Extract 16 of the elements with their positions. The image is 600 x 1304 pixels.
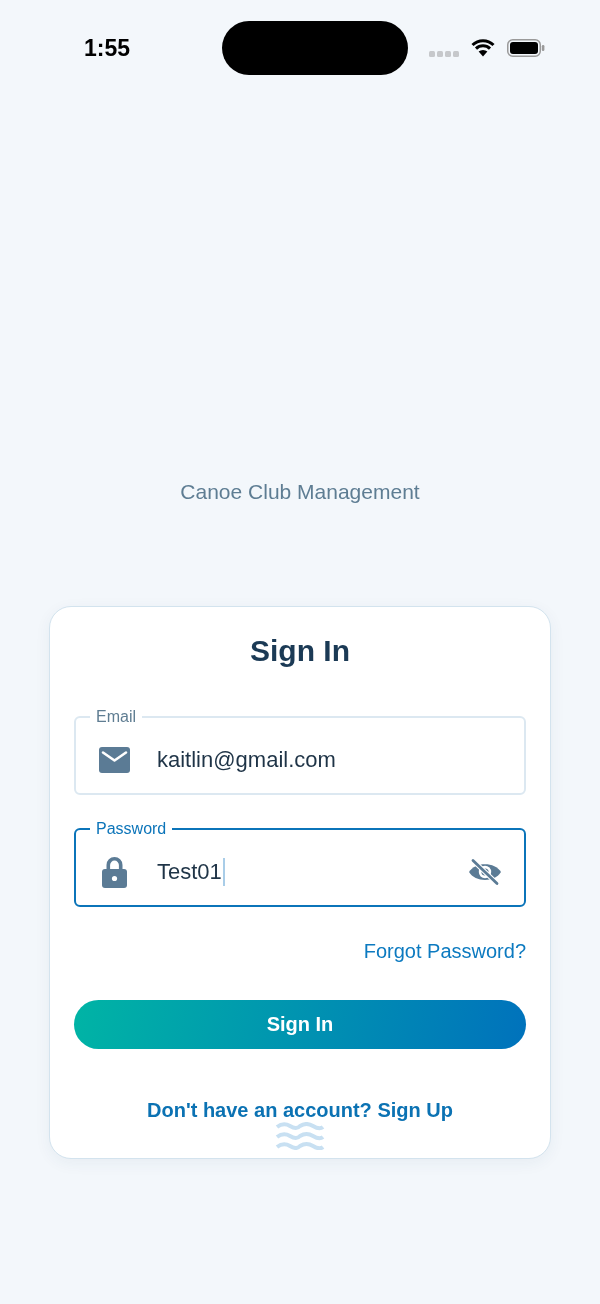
cellular-signal-icon xyxy=(429,51,459,57)
password-field[interactable]: Password Test01 xyxy=(74,820,526,907)
forgot-password-link[interactable]: Forgot Password? xyxy=(363,939,526,963)
mail-icon xyxy=(98,746,130,773)
status-time: 1:55 xyxy=(84,34,131,62)
battery-icon xyxy=(507,39,545,57)
email-field[interactable]: Email kaitlin@gmail.com xyxy=(74,708,526,795)
waves-icon xyxy=(275,1122,325,1150)
card-title: Sign In xyxy=(249,633,351,669)
sign-up-link[interactable]: Don't have an account? Sign Up xyxy=(147,1098,453,1122)
app-subtitle: Canoe Club Management xyxy=(180,479,420,505)
text-cursor xyxy=(222,857,225,886)
sign-in-button[interactable]: Sign In xyxy=(74,1000,526,1049)
eye-slash-icon[interactable] xyxy=(468,857,502,886)
lock-icon xyxy=(101,855,127,888)
wifi-icon xyxy=(471,39,495,57)
